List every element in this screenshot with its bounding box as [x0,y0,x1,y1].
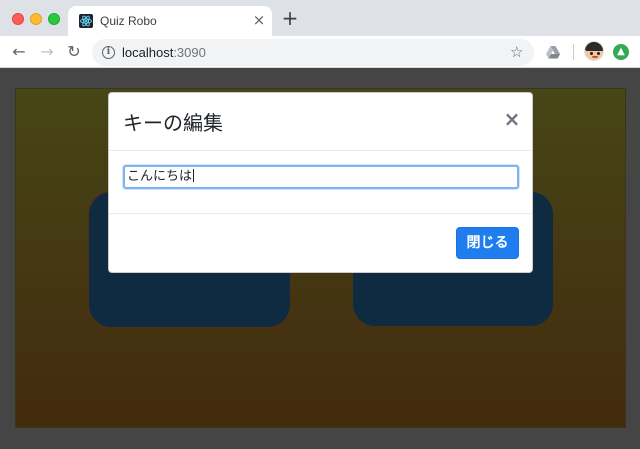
window-minimize-dot[interactable] [30,13,42,25]
browser-tab[interactable]: Quiz Robo × [68,6,272,36]
window-maximize-dot[interactable] [48,13,60,25]
tab-bar: Quiz Robo × + [0,0,640,36]
drive-extension-icon[interactable] [545,44,561,60]
window-close-dot[interactable] [12,13,24,25]
key-text-input[interactable]: こんにちは [123,165,519,189]
avatar-eye-left [590,52,593,55]
address-bar[interactable]: i localhost:3090 ☆ [92,39,534,66]
avatar-eye-right [597,52,600,55]
profile-avatar[interactable] [584,41,604,61]
key-input-value: こんにちは [127,169,193,184]
address-url[interactable]: localhost:3090 [122,45,206,60]
avatar-hair [585,42,603,51]
react-favicon-icon [79,14,93,28]
toolbar-separator [573,44,574,60]
avatar-mouth [592,56,598,58]
new-tab-button[interactable]: + [280,8,300,28]
site-info-icon[interactable]: i [102,46,115,59]
modal-body: こんにちは [109,151,532,214]
close-button[interactable]: 閉じる [456,227,519,259]
close-icon[interactable]: × [502,107,522,131]
forward-arrow-icon[interactable]: → [36,41,58,63]
tab-title: Quiz Robo [100,14,157,28]
browser-toolbar: ← → ↻ i localhost:3090 ☆ ▲ [0,36,640,68]
back-arrow-icon[interactable]: ← [8,41,30,63]
modal-footer: 閉じる [109,214,532,272]
text-caret [193,169,195,182]
url-host: localhost [122,45,174,60]
edit-key-modal: キーの編集 × こんにちは 閉じる [108,92,533,273]
bookmark-star-icon[interactable]: ☆ [510,43,523,61]
tab-close-icon[interactable]: × [251,11,267,29]
upload-extension-icon[interactable]: ▲ [613,44,629,60]
modal-title: キーの編集 [123,111,223,135]
url-port: :3090 [173,45,206,60]
page-viewport: キーの編集 × こんにちは 閉じる [0,68,640,449]
modal-header: キーの編集 × [109,93,532,151]
reload-icon[interactable]: ↻ [63,41,85,63]
